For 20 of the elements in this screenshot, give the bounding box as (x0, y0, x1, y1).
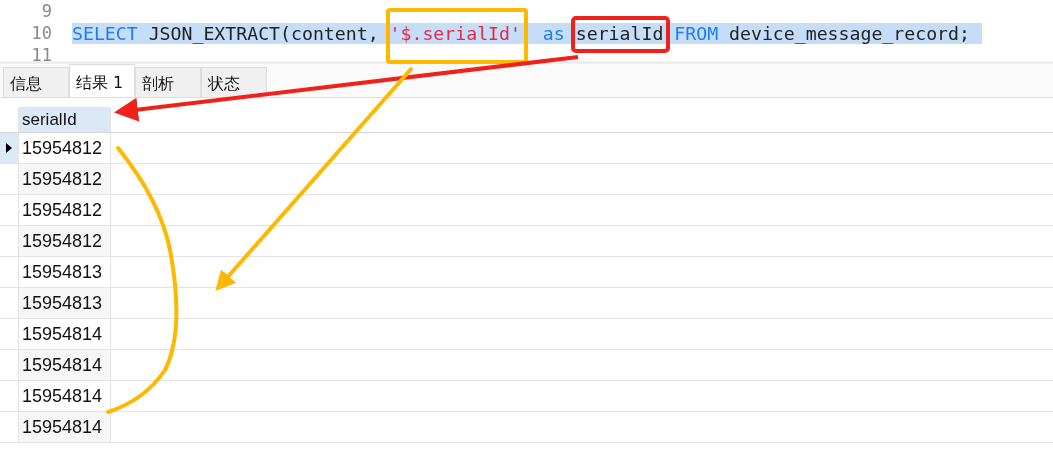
table-cell: 15954813 (18, 288, 111, 318)
line-number: 9 (40, 1, 53, 21)
table-cell: 15954814 (18, 381, 111, 411)
tab[interactable]: 信息 (3, 67, 69, 97)
table-cell: 15954814 (18, 412, 111, 442)
table-cell: 15954814 (18, 319, 111, 349)
table-cell: 15954812 (18, 164, 111, 194)
table-cell: 15954812 (18, 133, 111, 163)
column-header[interactable]: serialId (18, 107, 111, 132)
table-cell: 15954814 (18, 350, 111, 380)
tab[interactable]: 剖析 (135, 67, 201, 97)
tab[interactable]: 状态 (201, 67, 267, 97)
current-row-icon (6, 143, 12, 153)
table-cell: 15954812 (18, 195, 111, 225)
tab[interactable]: 结果 1 (69, 64, 135, 97)
row-indicator[interactable] (0, 133, 18, 163)
line-number: 11 (30, 45, 53, 65)
table-cell: 15954813 (18, 257, 111, 287)
line-number: 10 (30, 23, 53, 43)
table-cell: 15954812 (18, 226, 111, 256)
